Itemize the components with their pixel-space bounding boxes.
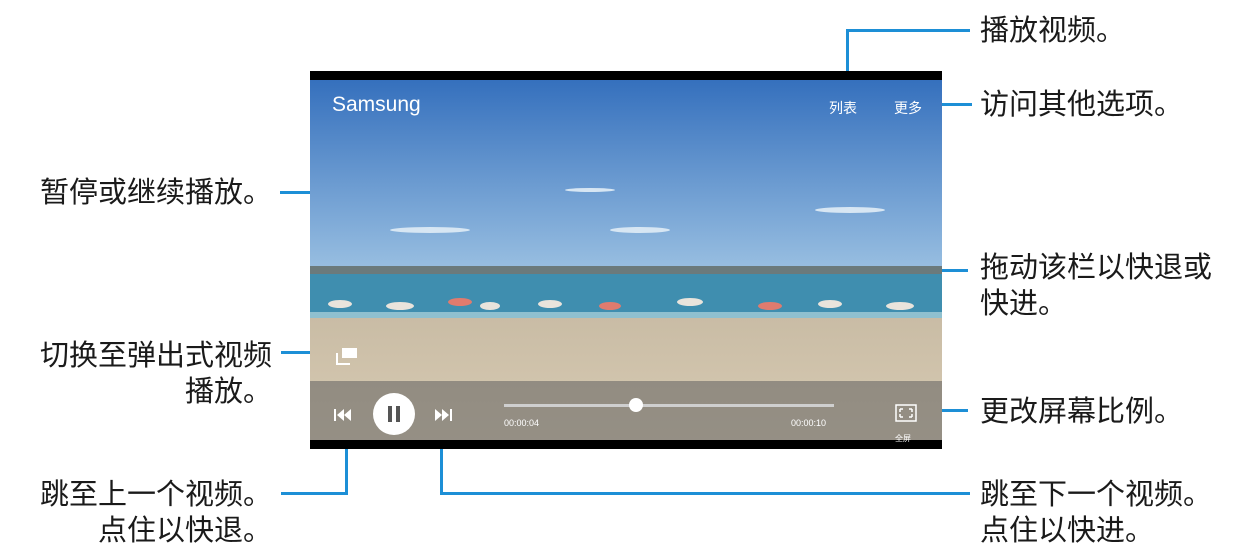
current-time: 00:00:04 bbox=[504, 418, 540, 428]
total-time: 00:00:10 bbox=[791, 418, 827, 428]
more-button[interactable]: 更多 bbox=[894, 98, 922, 118]
callout-aspect-ratio: 更改屏幕比例。 bbox=[980, 394, 1184, 428]
leader-next-h bbox=[440, 492, 970, 495]
callout-more-options: 访问其他选项。 bbox=[980, 87, 1184, 121]
callout-play-video: 播放视频。 bbox=[980, 13, 1126, 47]
cloud bbox=[610, 227, 670, 233]
pause-button[interactable] bbox=[373, 393, 415, 435]
next-icon[interactable] bbox=[434, 407, 452, 421]
list-button[interactable]: 列表 bbox=[829, 98, 857, 118]
callout-drag-bar: 拖动该栏以快退或 快进。 bbox=[980, 250, 1213, 320]
progress-track[interactable] bbox=[504, 404, 834, 407]
leader-play-video-h bbox=[846, 29, 970, 32]
video-title: Samsung bbox=[332, 93, 421, 116]
callout-previous: 跳至上一个视频。 点住以快退。 bbox=[39, 477, 272, 547]
video-player-screen[interactable]: Samsung 列表 更多 00:00:04 00:00:10 全屏 bbox=[310, 71, 942, 449]
callout-pause-resume: 暂停或继续播放。 bbox=[39, 175, 272, 209]
pause-icon bbox=[388, 406, 392, 422]
shoreline-buildings bbox=[310, 266, 942, 274]
fullscreen-label: 全屏 bbox=[895, 434, 911, 443]
cloud bbox=[815, 207, 885, 213]
cloud bbox=[390, 227, 470, 233]
progress-thumb[interactable] bbox=[629, 398, 643, 412]
callout-popup: 切换至弹出式视频 播放。 bbox=[39, 338, 272, 408]
aspect-ratio-icon[interactable] bbox=[895, 404, 917, 422]
cloud bbox=[565, 188, 615, 192]
callout-next: 跳至下一个视频。 点住以快进。 bbox=[980, 477, 1213, 547]
leader-prev-h bbox=[281, 492, 348, 495]
sea-foam bbox=[310, 312, 942, 318]
previous-icon[interactable] bbox=[334, 407, 352, 421]
popup-play-icon[interactable] bbox=[336, 347, 358, 365]
